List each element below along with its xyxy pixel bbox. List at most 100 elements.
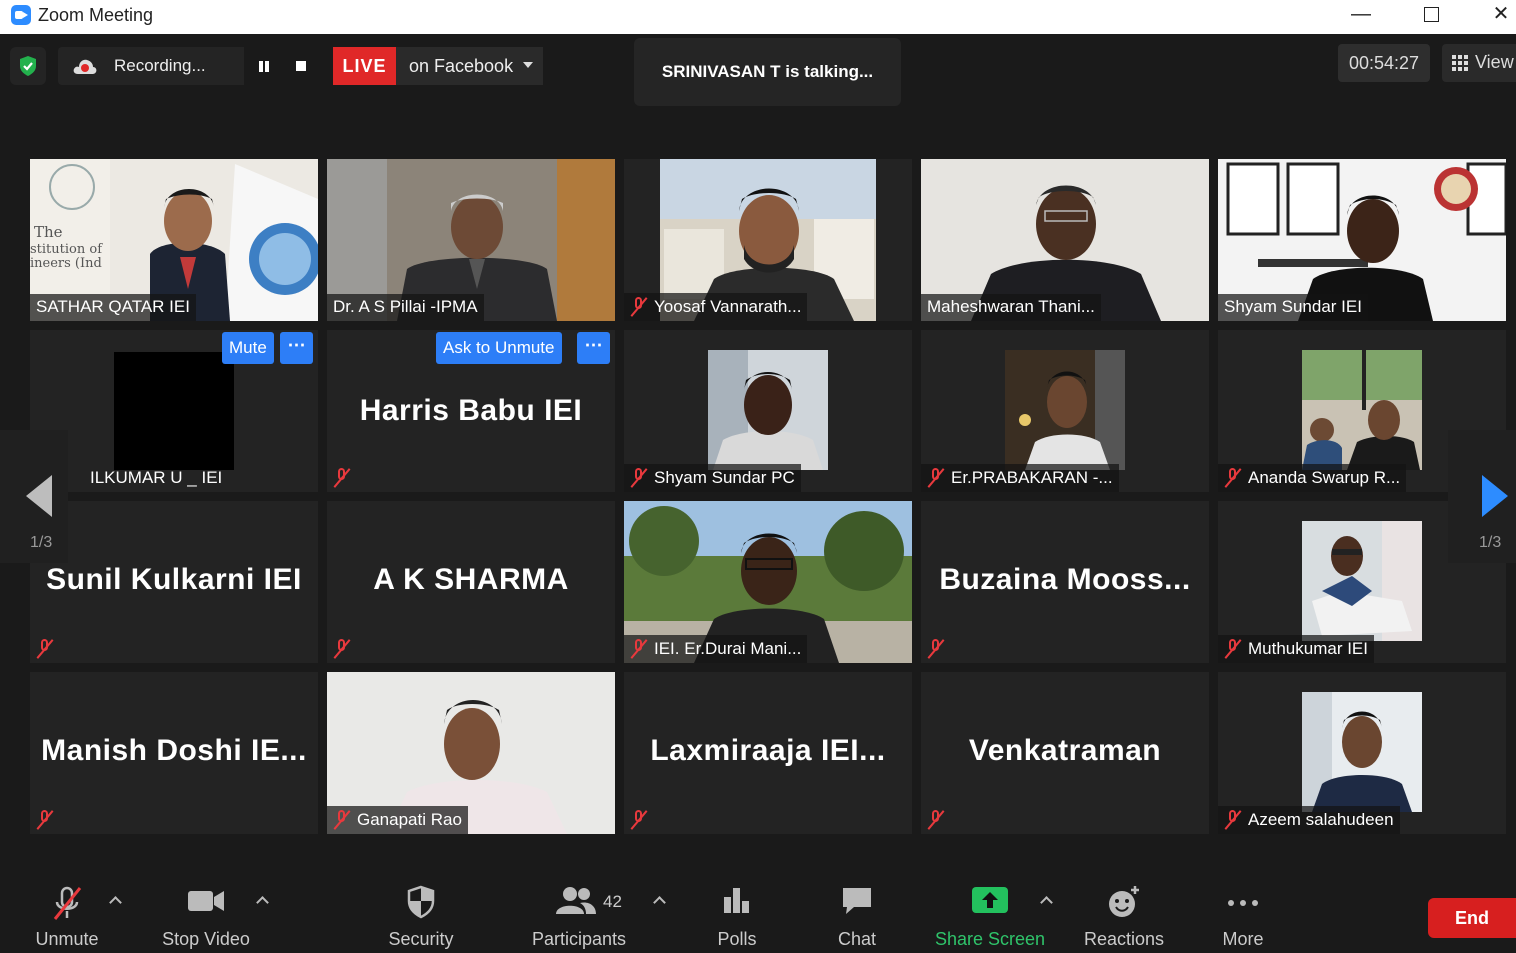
chat-button[interactable]: Chat <box>826 863 888 953</box>
video-camera-icon <box>188 891 224 911</box>
page-indicator: 1/3 <box>1479 534 1502 551</box>
audio-options-caret[interactable] <box>110 895 120 905</box>
svg-text:The: The <box>34 223 63 241</box>
more-button[interactable]: More <box>1210 863 1276 953</box>
participant-name: Ananda Swarup R... <box>1218 464 1407 492</box>
participant-photo <box>1005 350 1125 470</box>
participant-photo <box>708 350 828 470</box>
participant-name: Shyam Sundar PC <box>624 464 801 492</box>
live-stream-dropdown[interactable]: on Facebook <box>396 47 543 85</box>
participant-tile[interactable]: Laxmiraaja IEI... <box>624 672 912 834</box>
participant-tile[interactable]: Maheshwaran Thani... <box>921 159 1209 321</box>
reactions-button[interactable]: Reactions <box>1080 863 1168 953</box>
video-options-caret[interactable] <box>257 895 267 905</box>
participant-tile[interactable]: Ask to Unmute ⋯ Harris Babu IEI <box>327 330 615 492</box>
participant-name: Shyam Sundar IEI <box>1218 294 1368 321</box>
participant-tile[interactable]: Buzaina Mooss... <box>921 501 1209 663</box>
grid-view-icon <box>1452 55 1468 71</box>
next-page-button[interactable]: 1/3 <box>1448 430 1516 563</box>
participant-tile[interactable]: Yoosaf Vannarath... <box>624 159 912 321</box>
muted-mic-icon <box>53 886 82 920</box>
participant-name: Yoosaf Vannarath... <box>624 293 808 321</box>
share-screen-icon <box>972 887 1008 913</box>
muted-mic-icon <box>333 467 351 487</box>
muted-mic-icon <box>630 467 648 487</box>
participants-button[interactable]: 42 Participants <box>528 863 630 953</box>
participant-tile[interactable]: Shyam Sundar IEI <box>1218 159 1506 321</box>
security-button[interactable]: Security <box>376 863 466 953</box>
muted-mic-icon <box>630 296 648 316</box>
participant-tile[interactable]: The stitution of ineers (Ind SATHAR QATA… <box>30 159 318 321</box>
chevron-down-icon <box>523 62 533 68</box>
participant-photo <box>1302 350 1422 470</box>
participant-name: Er.PRABAKARAN -... <box>921 464 1119 492</box>
participant-tile[interactable]: Shyam Sundar PC <box>624 330 912 492</box>
view-label: View <box>1475 52 1514 72</box>
participant-more-button[interactable]: ⋯ <box>577 332 610 364</box>
participant-video <box>114 352 234 470</box>
participant-name: Maheshwaran Thani... <box>921 294 1101 321</box>
participant-tile[interactable]: Dr. A S Pillai -IPMA <box>327 159 615 321</box>
mute-participant-button[interactable]: Mute <box>222 332 274 364</box>
arrow-right-icon <box>1482 475 1508 517</box>
participant-name: Ganapati Rao <box>327 806 468 834</box>
participant-name: Laxmiraaja IEI... <box>650 734 886 767</box>
previous-page-button[interactable]: 1/3 <box>0 430 68 563</box>
participant-more-button[interactable]: ⋯ <box>280 332 313 364</box>
stop-recording-button[interactable] <box>282 47 320 85</box>
participant-tile[interactable]: A K SHARMA <box>327 501 615 663</box>
cloud-record-icon <box>73 59 97 74</box>
arrow-left-icon <box>26 475 52 517</box>
muted-indicator <box>30 806 66 834</box>
participant-tile[interactable]: Venkatraman <box>921 672 1209 834</box>
share-screen-button[interactable]: Share Screen <box>930 863 1050 953</box>
stop-video-button[interactable]: Stop Video <box>150 863 262 953</box>
minimize-button[interactable]: — <box>1338 0 1384 30</box>
view-button[interactable]: View <box>1442 44 1516 82</box>
participant-tile[interactable]: Sunil Kulkarni IEI <box>30 501 318 663</box>
muted-mic-icon <box>927 467 945 487</box>
muted-mic-icon <box>1224 809 1242 829</box>
svg-text:stitution of: stitution of <box>30 242 103 257</box>
participant-tile[interactable]: Er.PRABAKARAN -... <box>921 330 1209 492</box>
muted-mic-icon <box>927 638 945 658</box>
muted-mic-icon <box>1224 467 1242 487</box>
participants-options-caret[interactable] <box>654 895 664 905</box>
polls-label: Polls <box>717 929 757 949</box>
unmute-button[interactable]: Unmute <box>22 863 112 953</box>
polls-button[interactable]: Polls <box>706 863 768 953</box>
ask-to-unmute-button[interactable]: Ask to Unmute <box>436 332 562 364</box>
participant-name: Harris Babu IEI <box>359 394 583 427</box>
participant-tile[interactable]: Ganapati Rao <box>327 672 615 834</box>
muted-mic-icon <box>36 638 54 658</box>
more-dots-icon <box>1228 900 1258 906</box>
encryption-shield-button[interactable] <box>10 47 46 85</box>
share-options-caret[interactable] <box>1041 895 1051 905</box>
chat-label: Chat <box>837 929 877 949</box>
participant-tile[interactable]: Mute ⋯ ILKUMAR U _ IEI <box>30 330 318 492</box>
window-titlebar: Zoom Meeting — ✕ <box>0 0 1516 34</box>
reactions-label: Reactions <box>1083 929 1165 949</box>
reactions-emoji-icon <box>1109 886 1139 917</box>
participant-name: SATHAR QATAR IEI <box>30 294 196 321</box>
participant-name: Buzaina Mooss... <box>939 563 1191 596</box>
end-meeting-button[interactable]: End <box>1428 898 1516 938</box>
muted-mic-icon <box>630 809 648 829</box>
participant-photo <box>1302 692 1422 812</box>
maximize-icon <box>1423 7 1439 22</box>
participant-tile[interactable]: Manish Doshi IE... <box>30 672 318 834</box>
participant-name: A K SHARMA <box>373 563 569 596</box>
participants-label: Participants <box>531 929 627 949</box>
unmute-label: Unmute <box>35 929 99 949</box>
svg-text:ineers (Ind: ineers (Ind <box>30 256 102 271</box>
security-label: Security <box>388 929 454 949</box>
muted-mic-icon <box>927 809 945 829</box>
maximize-button[interactable] <box>1408 0 1454 30</box>
close-button[interactable]: ✕ <box>1478 0 1516 30</box>
active-speaker-banner: SRINIVASAN T is talking... <box>634 38 901 106</box>
pause-recording-button[interactable] <box>244 47 282 85</box>
participant-tile[interactable]: IEI. Er.Durai Mani... <box>624 501 912 663</box>
security-shield-icon <box>407 885 435 919</box>
participant-tile[interactable]: Azeem salahudeen <box>1218 672 1506 834</box>
muted-mic-icon <box>333 638 351 658</box>
